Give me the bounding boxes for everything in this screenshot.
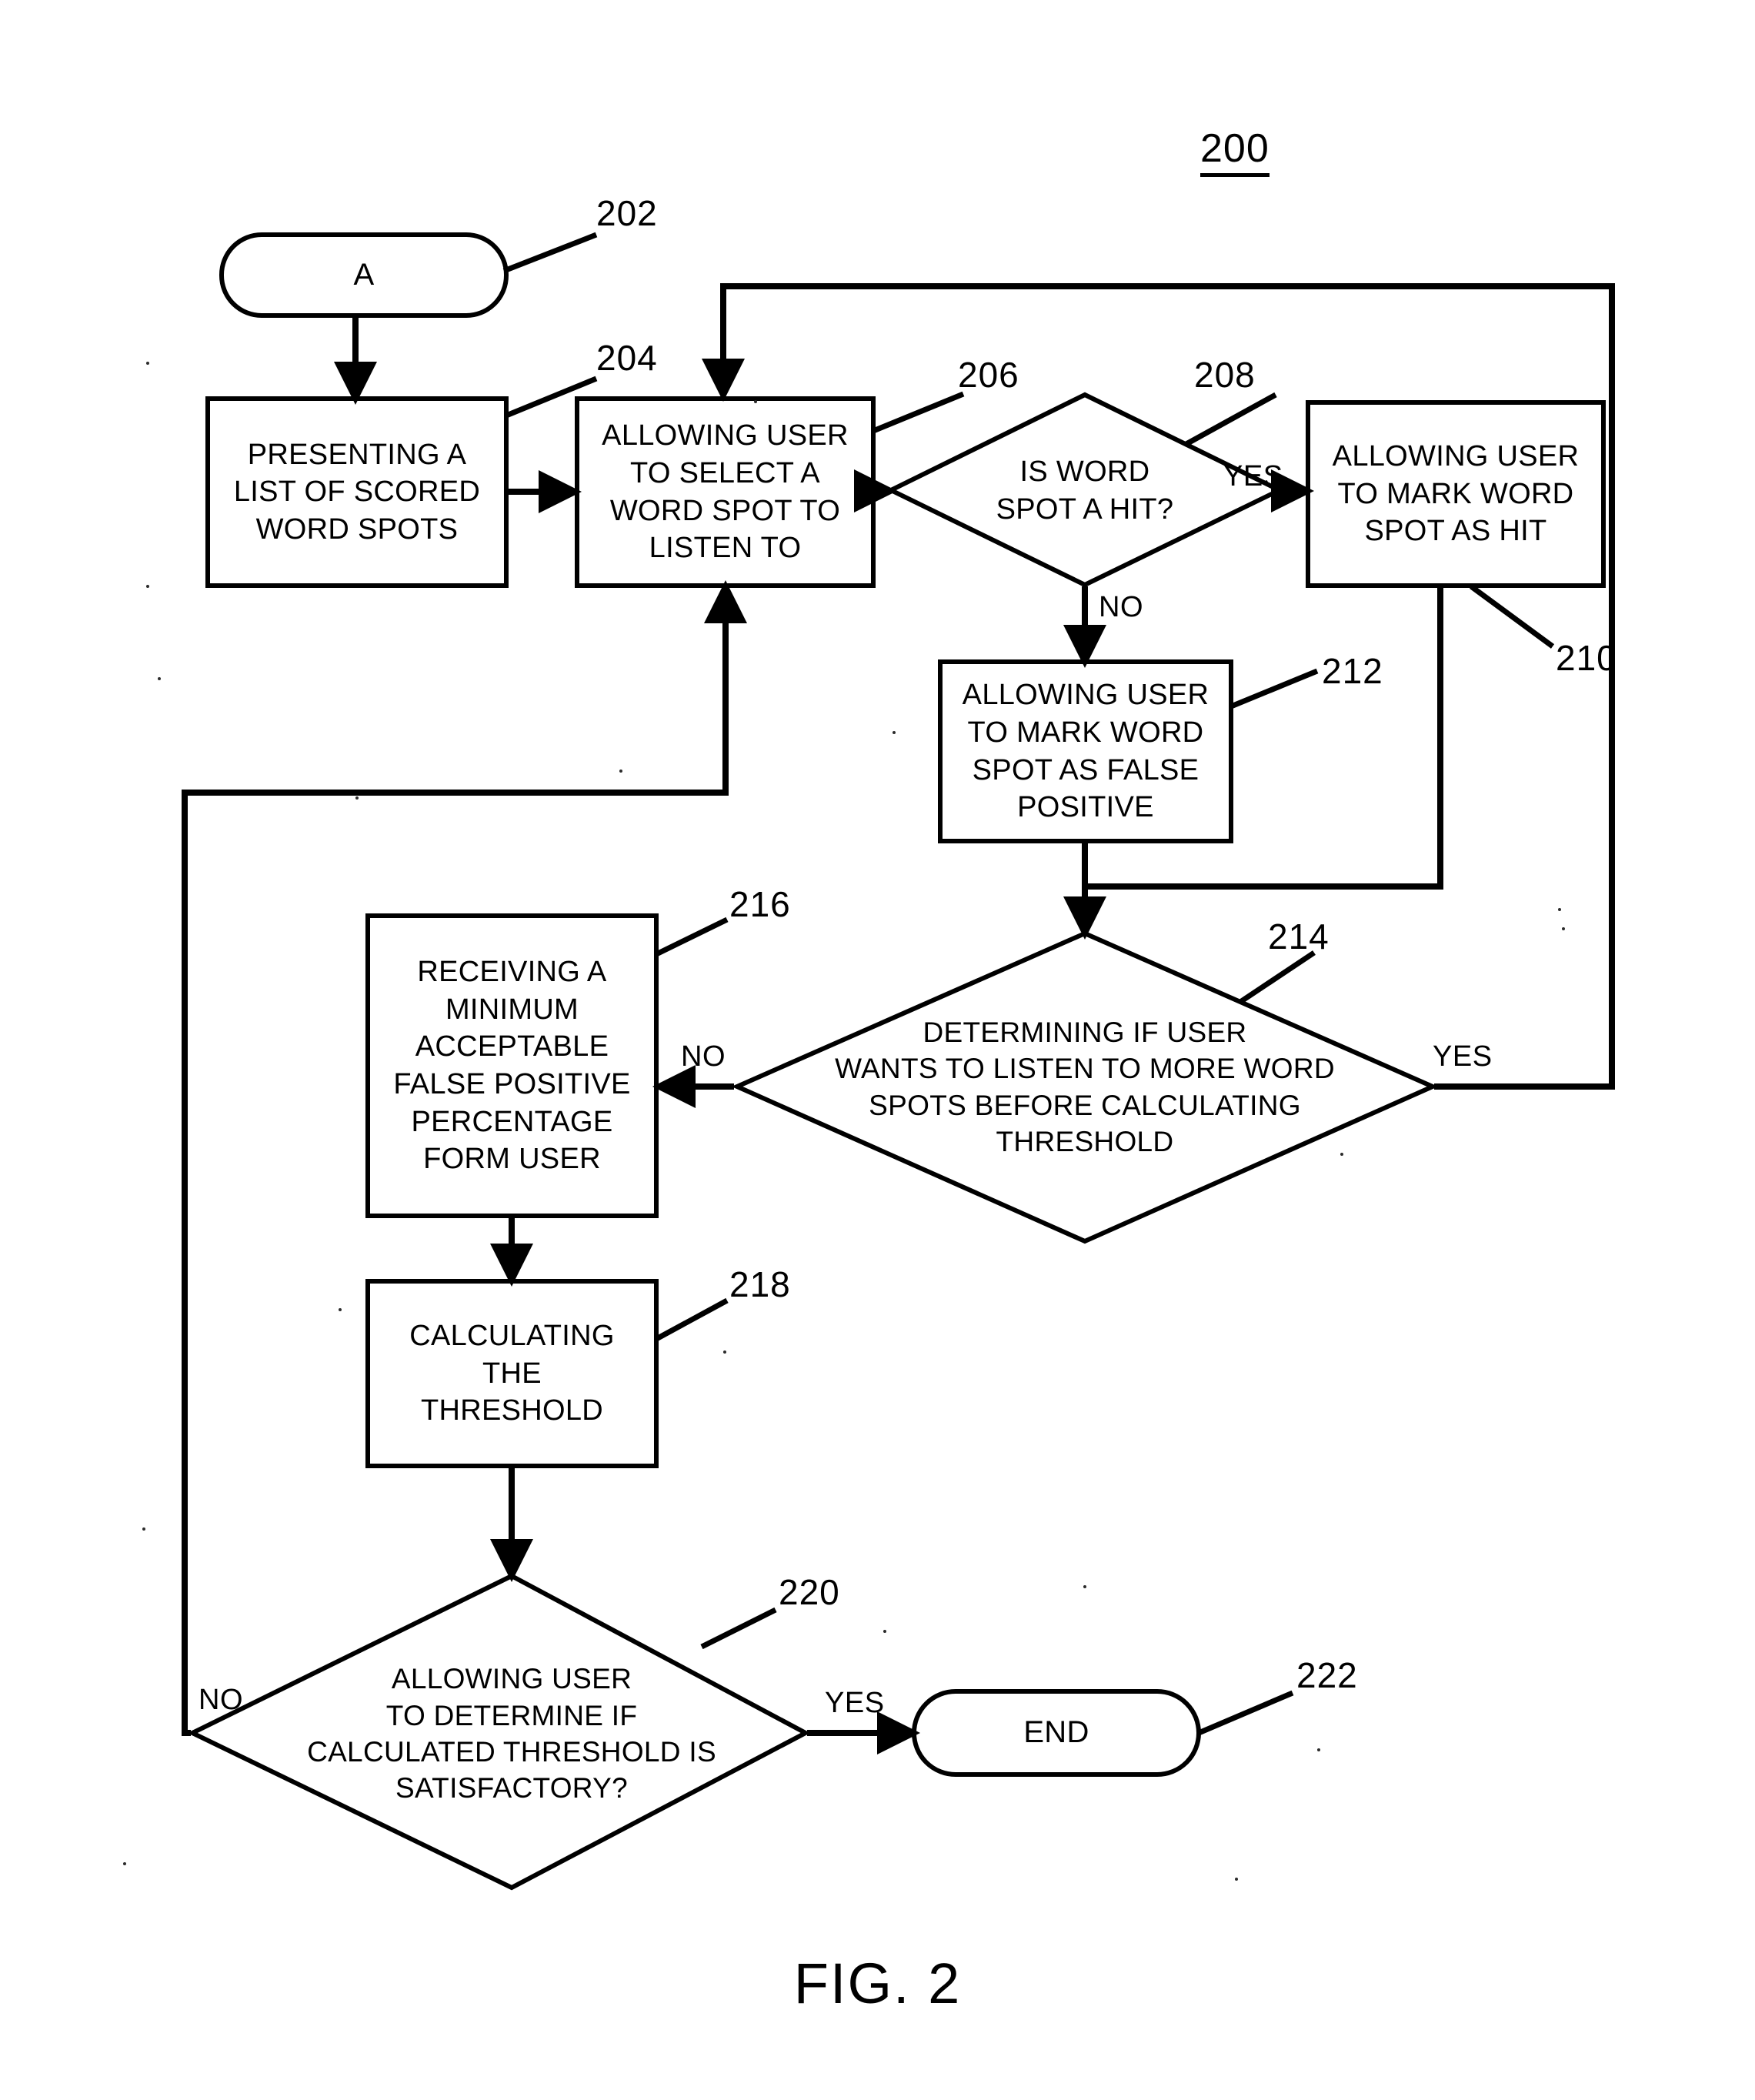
scan-speck [893, 731, 896, 734]
leader-218 [655, 1297, 729, 1342]
edge-label-hit-no: NO [1099, 591, 1143, 623]
scan-speck [883, 1630, 886, 1633]
patent-figure-sheet: A PRESENTING A LIST OF SCORED WORD SPOTS… [0, 0, 1755, 2100]
node-shape-210 [1306, 400, 1606, 588]
scan-speck [1562, 927, 1565, 930]
scan-speck [1340, 1153, 1343, 1156]
node-shape-202 [219, 232, 509, 318]
node-shape-204 [205, 396, 509, 588]
ref-numeral-204: 204 [596, 338, 658, 378]
scan-speck [146, 362, 149, 365]
ref-numeral-218: 218 [729, 1264, 791, 1304]
leader-222 [1197, 1690, 1294, 1736]
ref-numeral-214: 214 [1268, 916, 1330, 957]
leader-206 [872, 391, 965, 434]
edge-label-satisfactory-yes: YES [825, 1687, 885, 1719]
edge-214-yes-to-206 [702, 283, 1615, 1090]
scan-speck [158, 677, 161, 680]
scan-speck [754, 400, 757, 403]
leader-210 [1469, 584, 1555, 649]
scan-speck [1558, 908, 1561, 911]
edge-label-more-spots-no: NO [681, 1040, 726, 1073]
ref-numeral-222: 222 [1296, 1655, 1358, 1695]
leader-220 [700, 1607, 777, 1650]
edge-label-more-spots-yes: YES [1433, 1040, 1493, 1073]
node-shape-206 [575, 396, 876, 588]
ref-numeral-216: 216 [729, 884, 791, 924]
ref-numeral-202: 202 [596, 193, 658, 233]
figure-number: 200 [1200, 125, 1270, 177]
scan-speck [142, 1527, 145, 1531]
node-shape-214 [731, 930, 1439, 1244]
scan-speck [1083, 1585, 1086, 1588]
node-shape-220 [187, 1573, 811, 1891]
ref-numeral-212: 212 [1322, 651, 1383, 691]
scan-speck [723, 1350, 726, 1354]
scan-speck [123, 1862, 126, 1865]
node-shape-222 [912, 1689, 1201, 1777]
edge-220-no-to-206 [182, 580, 747, 1736]
scan-speck [146, 585, 149, 588]
edge-label-hit-yes: YES [1223, 460, 1283, 492]
edge-label-satisfactory-no: NO [199, 1684, 243, 1716]
leader-208 [1183, 392, 1277, 448]
node-shape-212 [938, 659, 1233, 843]
scan-speck [619, 770, 622, 773]
leader-214 [1239, 950, 1316, 1004]
scan-speck [355, 796, 359, 800]
ref-numeral-206: 206 [958, 355, 1019, 395]
node-shape-218 [365, 1279, 659, 1468]
scan-speck [1317, 1748, 1320, 1751]
scan-speck [339, 1308, 342, 1311]
node-shape-216 [365, 913, 659, 1218]
scan-speck [1235, 1878, 1238, 1881]
leader-216 [655, 916, 729, 957]
leader-202 [502, 232, 598, 274]
leader-212 [1230, 668, 1319, 709]
ref-numeral-208: 208 [1194, 355, 1256, 395]
ref-numeral-210: 210 [1556, 638, 1617, 678]
ref-numeral-220: 220 [779, 1572, 840, 1612]
figure-caption: FIG. 2 [793, 1951, 962, 2015]
